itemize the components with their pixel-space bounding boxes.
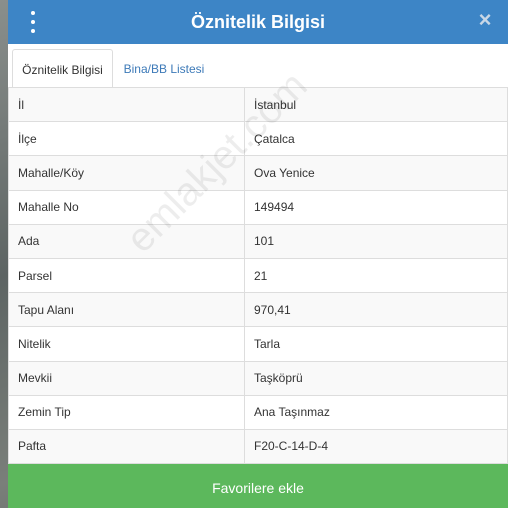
attribute-value: Ova Yenice bbox=[244, 155, 508, 191]
table-row: İlçe Çatalca bbox=[8, 121, 508, 157]
attribute-key: Ada bbox=[8, 223, 245, 259]
attribute-table: İl İstanbul İlçe Çatalca Mahalle/Köy Ova… bbox=[8, 86, 508, 465]
attribute-info-panel: Öznitelik Bilgisi × Öznitelik Bilgisi Bi… bbox=[8, 0, 508, 508]
attribute-value: F20-C-14-D-4 bbox=[244, 428, 508, 465]
attribute-key: İl bbox=[8, 86, 245, 123]
attribute-key: Tapu Alanı bbox=[8, 292, 245, 328]
table-row: Tapu Alanı 970,41 bbox=[8, 292, 508, 328]
table-row: Ada 101 bbox=[8, 223, 508, 259]
attribute-key: Mahalle No bbox=[8, 189, 245, 225]
table-row: Mahalle/Köy Ova Yenice bbox=[8, 155, 508, 191]
attribute-key: Pafta bbox=[8, 428, 245, 465]
attribute-value: Çatalca bbox=[244, 121, 508, 157]
table-row: Nitelik Tarla bbox=[8, 326, 508, 362]
table-row: Mahalle No 149494 bbox=[8, 189, 508, 225]
close-icon[interactable]: × bbox=[474, 9, 496, 31]
attribute-key: Mevkii bbox=[8, 360, 245, 396]
attribute-key: Nitelik bbox=[8, 326, 245, 362]
tab-attribute-info[interactable]: Öznitelik Bilgisi bbox=[12, 49, 113, 89]
vertical-ellipsis-icon[interactable] bbox=[26, 11, 40, 33]
add-to-favorites-button[interactable]: Favorilere ekle bbox=[8, 464, 508, 508]
attribute-key: Parsel bbox=[8, 257, 245, 294]
panel-header: Öznitelik Bilgisi × bbox=[8, 0, 508, 44]
attribute-key: İlçe bbox=[8, 121, 245, 157]
table-row: Parsel 21 bbox=[8, 257, 508, 294]
attribute-key: Mahalle/Köy bbox=[8, 155, 245, 191]
attribute-value: 970,41 bbox=[244, 292, 508, 328]
attribute-value: Taşköprü bbox=[244, 360, 508, 396]
table-row: Zemin Tip Ana Taşınmaz bbox=[8, 394, 508, 430]
table-row: Pafta F20-C-14-D-4 bbox=[8, 428, 508, 465]
tab-bar: Öznitelik Bilgisi Bina/BB Listesi bbox=[8, 44, 508, 89]
panel-title: Öznitelik Bilgisi bbox=[190, 11, 326, 32]
table-row: İl İstanbul bbox=[8, 86, 508, 123]
table-row: Mevkii Taşköprü bbox=[8, 360, 508, 396]
tab-building-list[interactable]: Bina/BB Listesi bbox=[115, 49, 213, 89]
attribute-value: 101 bbox=[244, 223, 508, 259]
attribute-value: 21 bbox=[244, 257, 508, 294]
attribute-key: Zemin Tip bbox=[8, 394, 245, 430]
attribute-value: Ana Taşınmaz bbox=[244, 394, 508, 430]
attribute-value: Tarla bbox=[244, 326, 508, 362]
attribute-value: İstanbul bbox=[244, 86, 508, 123]
attribute-value: 149494 bbox=[244, 189, 508, 225]
